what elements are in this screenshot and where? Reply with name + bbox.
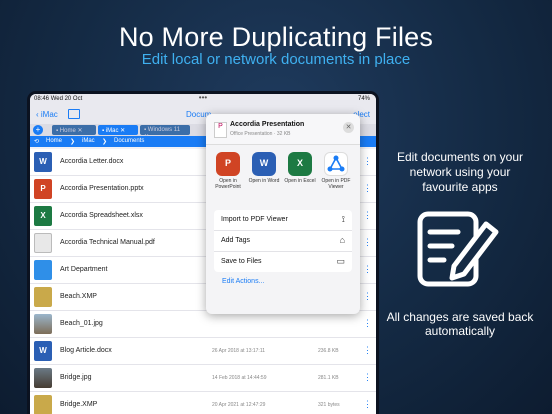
- pdf-file-icon: [34, 233, 52, 253]
- hero-title: No More Duplicating Files: [118, 22, 434, 52]
- add-tab-button[interactable]: +: [33, 125, 43, 135]
- file-date: 26 Apr 2018 at 13:17:11: [212, 348, 266, 354]
- file-row[interactable]: Beach_01.jpg ⋮: [30, 311, 376, 338]
- app-label: Open in PDF Viewer: [321, 178, 351, 190]
- feature-text-top: Edit documents on your network using you…: [396, 150, 524, 194]
- word-icon: W: [252, 152, 276, 176]
- open-in-excel-button[interactable]: X Open in Excel: [282, 152, 318, 184]
- tab-windows[interactable]: ▪ Windows 11 ✕: [140, 125, 190, 140]
- xmp-file-icon: [34, 287, 52, 307]
- powerpoint-file-icon: P: [34, 179, 52, 199]
- status-time: 08:46 Wed 20 Oct: [34, 96, 83, 102]
- file-name: Art Department: [60, 266, 108, 273]
- tab-imac[interactable]: ▪ iMac ✕: [98, 125, 138, 135]
- open-in-pdf-viewer-button[interactable]: Open in PDF Viewer: [318, 152, 354, 190]
- feature-text-bottom: All changes are saved back automatically: [386, 310, 534, 338]
- share-popover: P Accordia Presentation Office Presentat…: [206, 114, 360, 314]
- popover-file-meta: Office Presentation · 32 KB: [230, 131, 291, 137]
- pdf-viewer-icon: ⟟: [341, 214, 345, 224]
- more-options-icon[interactable]: ⋮: [363, 183, 372, 194]
- file-name: Bridge.jpg: [60, 374, 92, 381]
- pdf-viewer-icon: [324, 152, 348, 176]
- file-row[interactable]: W Blog Article.docx 26 Apr 2018 at 13:17:1…: [30, 338, 376, 365]
- action-label: Save to Files: [221, 258, 262, 265]
- file-size: 236.8 KB: [318, 348, 339, 354]
- file-name: Accordia Technical Manual.pdf: [60, 239, 155, 246]
- save-to-files-action[interactable]: Save to Files ▭: [214, 252, 352, 272]
- xmp-file-icon: [34, 395, 52, 414]
- battery-indicator: 74%: [357, 96, 370, 102]
- ipad-screen: 08:46 Wed 20 Oct ••• 74% ‹ iMac Docum el…: [30, 94, 376, 414]
- edit-actions-link[interactable]: Edit Actions...: [222, 278, 264, 285]
- tag-icon: ⌂: [339, 235, 345, 245]
- breadcrumb-documents: Documents: [114, 138, 145, 144]
- app-row: P Open in PowerPoint W Open in Word X Op…: [206, 152, 360, 206]
- breadcrumb-home[interactable]: Home: [46, 138, 62, 144]
- file-date: 14 Feb 2018 at 14:44:59: [212, 375, 267, 381]
- open-in-word-button[interactable]: W Open in Word: [246, 152, 282, 184]
- excel-file-icon: X: [34, 206, 52, 226]
- more-options-icon[interactable]: ⋮: [363, 318, 372, 329]
- image-thumbnail: [34, 314, 52, 334]
- file-name: Accordia Letter.docx: [60, 158, 124, 165]
- file-date: 20 Apr 2021 at 12:47:29: [212, 402, 266, 408]
- more-options-icon[interactable]: ⋮: [363, 291, 372, 302]
- file-name: Bridge.XMP: [60, 401, 98, 408]
- powerpoint-icon: P: [216, 152, 240, 176]
- image-thumbnail: [34, 368, 52, 388]
- tab-home[interactable]: ▪ Home ✕: [52, 125, 96, 135]
- presentation-file-icon: P: [214, 122, 227, 138]
- folder-icon: [34, 260, 52, 280]
- file-name: Beach_01.jpg: [60, 320, 103, 327]
- action-label: Add Tags: [221, 237, 251, 244]
- app-label: Open in PowerPoint: [215, 178, 241, 190]
- app-label: Open in Word: [248, 178, 280, 184]
- chevron-right-icon: ❯: [102, 139, 108, 145]
- back-button[interactable]: ‹ iMac: [36, 110, 58, 119]
- excel-icon: X: [288, 152, 312, 176]
- more-options-icon[interactable]: ⋮: [363, 372, 372, 383]
- add-tags-action[interactable]: Add Tags ⌂: [214, 231, 352, 251]
- close-icon[interactable]: ✕: [343, 122, 354, 133]
- more-options-icon[interactable]: ⋮: [363, 264, 372, 275]
- more-options-icon[interactable]: ⋮: [363, 156, 372, 167]
- file-size: 281.1 KB: [318, 375, 339, 381]
- import-to-pdf-viewer-action[interactable]: Import to PDF Viewer ⟟: [214, 210, 352, 230]
- history-icon[interactable]: ⟲: [34, 138, 39, 145]
- file-row[interactable]: Bridge.XMP 20 Apr 2021 at 12:47:29 321 byt…: [30, 392, 376, 414]
- more-options-icon[interactable]: ⋮: [363, 237, 372, 248]
- multitask-dots-icon[interactable]: •••: [199, 94, 207, 102]
- file-size: 321 bytes: [318, 402, 340, 408]
- popover-file-name: Accordia Presentation: [230, 121, 305, 128]
- folder-icon: ▭: [336, 256, 345, 266]
- popover-header: P Accordia Presentation Office Presentat…: [206, 114, 360, 145]
- word-file-icon: W: [34, 341, 52, 361]
- open-in-powerpoint-button[interactable]: P Open in PowerPoint: [210, 152, 246, 190]
- more-options-icon[interactable]: ⋮: [363, 399, 372, 410]
- word-file-icon: W: [34, 152, 52, 172]
- file-name: Beach.XMP: [60, 293, 97, 300]
- app-label: Open in Excel: [284, 178, 316, 184]
- action-label: Import to PDF Viewer: [221, 216, 288, 223]
- more-options-icon[interactable]: ⋮: [363, 345, 372, 356]
- sidebar-toggle-icon[interactable]: [68, 109, 80, 119]
- file-row[interactable]: Bridge.jpg 14 Feb 2018 at 14:44:59 281.1 K…: [30, 365, 376, 392]
- status-bar: 08:46 Wed 20 Oct ••• 74%: [30, 94, 376, 104]
- hero-subtitle: Edit local or network documents in place: [141, 51, 411, 68]
- breadcrumb-imac[interactable]: iMac: [82, 138, 95, 144]
- more-options-icon[interactable]: ⋮: [363, 210, 372, 221]
- chevron-right-icon: ❯: [70, 139, 76, 145]
- file-name: Accordia Presentation.pptx: [60, 185, 144, 192]
- file-name: Accordia Spreadsheet.xlsx: [60, 212, 143, 219]
- file-name: Blog Article.docx: [60, 347, 112, 354]
- edit-document-icon: [414, 204, 500, 290]
